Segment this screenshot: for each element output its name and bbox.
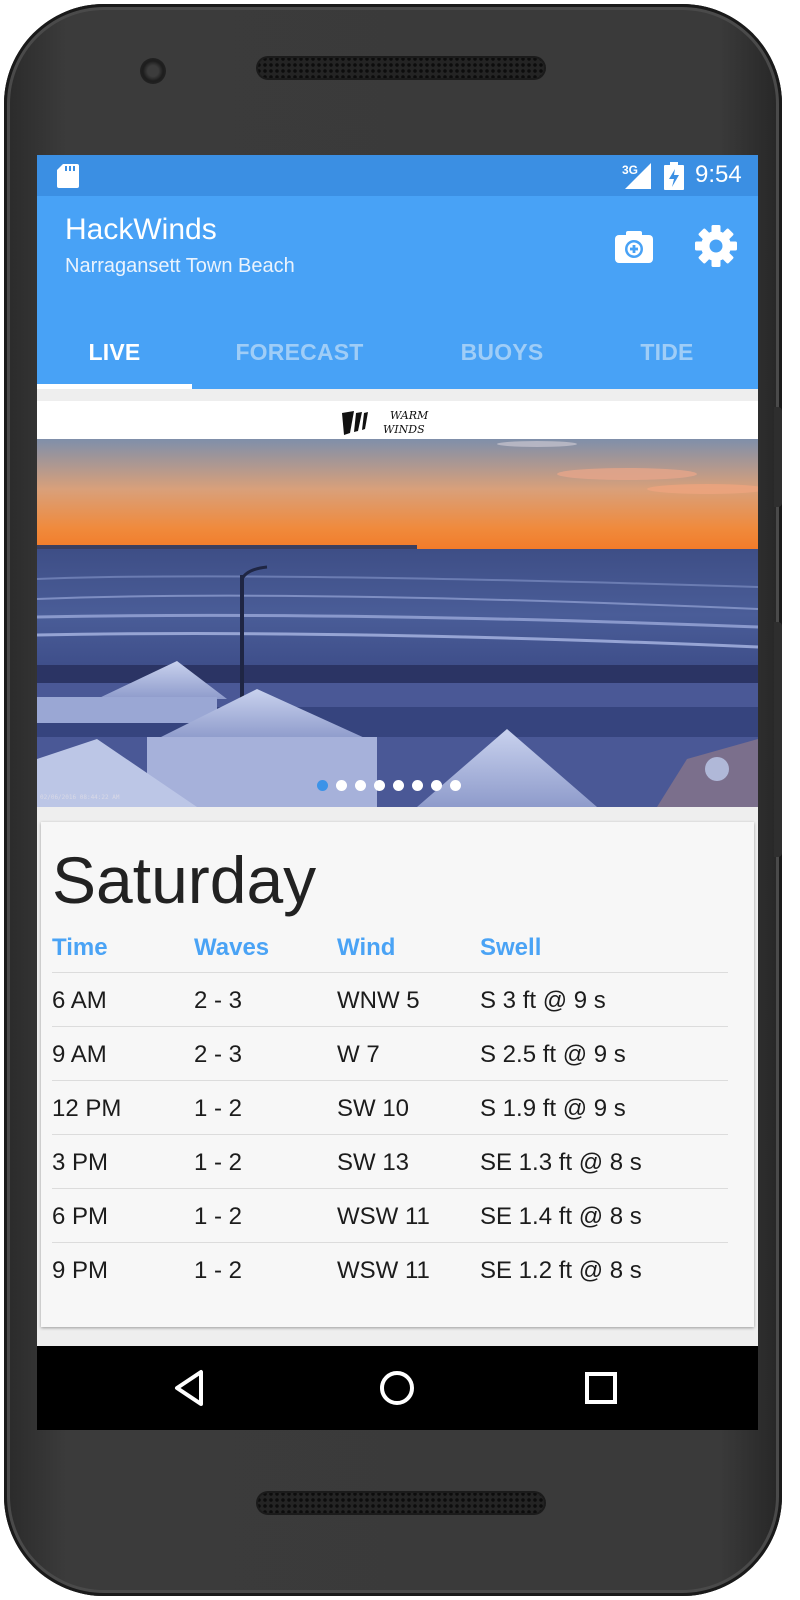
front-camera <box>140 58 166 84</box>
status-bar: 3G 9:54 <box>37 155 758 196</box>
sponsor-banner: WARM WINDS <box>37 401 758 439</box>
waves-cell: 1 - 2 <box>194 1149 243 1176</box>
device-screen: 3G 9:54 HackWinds Narragansett Town Beac… <box>37 155 758 1430</box>
swell-cell: S 3 ft @ 9 s <box>480 987 606 1014</box>
pager-dot[interactable] <box>374 780 385 791</box>
tab-tide[interactable]: TIDE <box>607 316 727 388</box>
wind-cell: W 7 <box>337 1041 380 1068</box>
status-clock: 9:54 <box>695 161 742 188</box>
forecast-row: 6 PM 1 - 2 WSW 11 SE 1.4 ft @ 8 s <box>52 1188 728 1243</box>
waves-cell: 1 - 2 <box>194 1095 243 1122</box>
back-triangle-icon[interactable] <box>167 1364 215 1412</box>
waves-cell: 2 - 3 <box>194 987 243 1014</box>
swell-cell: SE 1.3 ft @ 8 s <box>480 1149 642 1176</box>
pager-dot[interactable] <box>393 780 404 791</box>
wind-cell: WSW 11 <box>337 1203 430 1230</box>
svg-text:WINDS: WINDS <box>383 423 425 436</box>
forecast-row: 12 PM 1 - 2 SW 10 S 1.9 ft @ 9 s <box>52 1080 728 1135</box>
pager-dot[interactable] <box>317 780 328 791</box>
home-circle-icon[interactable] <box>373 1364 421 1412</box>
webcam-timestamp: 02/06/2016 08:44:22 AM <box>40 794 120 801</box>
image-pager[interactable] <box>37 780 758 794</box>
volume-button <box>774 407 782 507</box>
battery-charging-icon <box>664 162 684 190</box>
forecast-row: 6 AM 2 - 3 WNW 5 S 3 ft @ 9 s <box>52 972 728 1027</box>
tab-live[interactable]: LIVE <box>37 316 192 388</box>
swell-cell: S 1.9 ft @ 9 s <box>480 1095 626 1122</box>
recents-square-icon[interactable] <box>577 1364 625 1412</box>
network-type-label: 3G <box>622 163 639 177</box>
column-header-waves: Waves <box>194 934 270 961</box>
column-header-time: Time <box>52 934 108 961</box>
pager-dot[interactable] <box>450 780 461 791</box>
time-cell: 6 AM <box>52 987 107 1014</box>
swell-cell: SE 1.2 ft @ 8 s <box>480 1257 642 1284</box>
pager-dot[interactable] <box>431 780 442 791</box>
waves-cell: 1 - 2 <box>194 1203 243 1230</box>
pager-dot[interactable] <box>412 780 423 791</box>
top-speaker-grille <box>256 56 546 80</box>
time-cell: 3 PM <box>52 1149 109 1176</box>
swell-cell: SE 1.4 ft @ 8 s <box>480 1203 642 1230</box>
wind-cell: SW 10 <box>337 1095 410 1122</box>
swell-cell: S 2.5 ft @ 9 s <box>480 1041 626 1068</box>
time-cell: 9 PM <box>52 1257 109 1284</box>
forecast-day-title: Saturday <box>52 843 317 917</box>
forecast-row: 9 PM 1 - 2 WSW 11 SE 1.2 ft @ 8 s <box>52 1242 728 1297</box>
column-header-wind: Wind <box>337 934 396 961</box>
waves-cell: 2 - 3 <box>194 1041 243 1068</box>
warm-winds-logo: WARM WINDS <box>342 409 429 436</box>
forecast-row: 3 PM 1 - 2 SW 13 SE 1.3 ft @ 8 s <box>52 1134 728 1189</box>
app-toolbar: HackWinds Narragansett Town Beach LIVE F… <box>37 196 758 389</box>
time-cell: 6 PM <box>52 1203 109 1230</box>
power-button <box>774 622 782 857</box>
pager-dot[interactable] <box>336 780 347 791</box>
sd-card-icon <box>57 164 79 188</box>
column-header-swell: Swell <box>480 934 542 961</box>
pager-dot[interactable] <box>355 780 366 791</box>
wind-cell: SW 13 <box>337 1149 410 1176</box>
svg-text:WARM: WARM <box>390 409 429 422</box>
camera-icon[interactable] <box>612 226 656 270</box>
forecast-card: Saturday Time Waves Wind Swell 6 AM 2 - … <box>41 822 754 1327</box>
bottom-speaker-grille <box>256 1491 546 1515</box>
selected-tab-indicator <box>37 384 192 389</box>
gear-icon[interactable] <box>693 223 739 269</box>
location-subtitle: Narragansett Town Beach <box>65 255 295 277</box>
tab-buoys[interactable]: BUOYS <box>427 316 577 388</box>
tab-forecast[interactable]: FORECAST <box>207 316 392 388</box>
forecast-row: 9 AM 2 - 3 W 7 S 2.5 ft @ 9 s <box>52 1026 728 1081</box>
beach-webcam-image[interactable]: 02/06/2016 08:44:22 AM <box>37 439 758 807</box>
live-camera-card: WARM WINDS 02/06/2016 08:44:22 AM <box>37 401 758 807</box>
waves-cell: 1 - 2 <box>194 1257 243 1284</box>
wind-cell: WSW 11 <box>337 1257 430 1284</box>
system-nav-bar <box>37 1346 758 1430</box>
wind-cell: WNW 5 <box>337 987 420 1014</box>
time-cell: 9 AM <box>52 1041 107 1068</box>
time-cell: 12 PM <box>52 1095 122 1122</box>
app-title: HackWinds <box>65 213 217 246</box>
